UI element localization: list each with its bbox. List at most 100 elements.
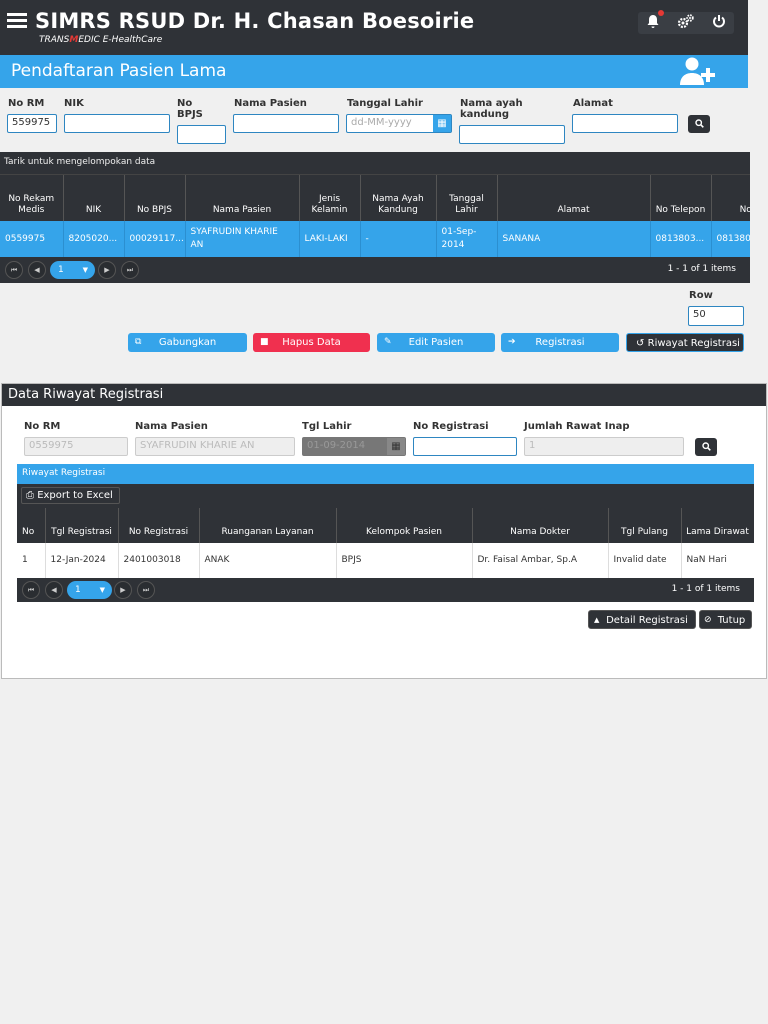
cell-tgl-registrasi: 12-Jan-2024 — [45, 543, 119, 578]
col-header[interactable]: No Registrasi — [118, 508, 200, 543]
riwayat-no-rm-input: 0559975 — [24, 437, 128, 456]
bell-icon[interactable] — [646, 9, 665, 33]
riwayat-jumlah-input: 1 — [524, 437, 684, 456]
cell-no-telepon: 0813803... — [650, 221, 712, 257]
cell-no-registrasi: 2401003018 — [118, 543, 200, 578]
col-header[interactable]: Ruanganan Layanan — [199, 508, 337, 543]
col-header[interactable]: Tanggal Lahir — [436, 175, 498, 221]
riwayat-tgl-lahir-label: Tgl Lahir — [302, 421, 352, 432]
riwayat-no-reg-label: No Registrasi — [413, 421, 489, 432]
col-header[interactable]: Nama Dokter — [472, 508, 609, 543]
riwayat-table: No Tgl Registrasi No Registrasi Ruangana… — [17, 508, 754, 578]
page-info: 1 - 1 of 1 items — [671, 584, 740, 594]
riwayat-registrasi-button[interactable]: ↺ Riwayat Registrasi — [626, 333, 744, 352]
table-row[interactable]: 1 12-Jan-2024 2401003018 ANAK BPJS Dr. F… — [17, 543, 754, 578]
prev-page-icon[interactable]: ◀ — [28, 261, 46, 279]
riwayat-pager: ⏮ ◀ 1 ▼ ▶ ⏭ 1 - 1 of 1 items — [17, 578, 754, 602]
power-icon[interactable] — [712, 14, 726, 32]
alamat-input[interactable] — [572, 114, 678, 133]
nik-input[interactable] — [64, 114, 170, 133]
cell-lama-dirawat: NaN Hari — [681, 543, 754, 578]
nama-pasien-label: Nama Pasien — [234, 98, 307, 109]
hapus-data-button[interactable]: ■ Hapus Data — [253, 333, 370, 352]
riwayat-no-rm-label: No RM — [24, 421, 61, 432]
first-page-icon[interactable]: ⏮ — [5, 261, 23, 279]
nama-pasien-input[interactable] — [233, 114, 339, 133]
chevron-down-icon: ▼ — [82, 266, 88, 274]
no-bpjs-label: No BPJS — [177, 98, 203, 120]
group-drop-area[interactable]: Tarik untuk mengelompokan data — [0, 152, 750, 175]
gears-icon[interactable] — [677, 13, 695, 33]
col-header[interactable]: No — [17, 508, 46, 543]
edit-pasien-button[interactable]: ✎ Edit Pasien — [377, 333, 495, 352]
col-header[interactable]: Tgl Registrasi — [45, 508, 119, 543]
col-header[interactable]: NIK — [63, 175, 125, 221]
alamat-label: Alamat — [573, 98, 613, 109]
history-icon: ↺ — [636, 338, 645, 349]
col-header[interactable]: Alamat — [497, 175, 651, 221]
row-label: Row — [689, 290, 713, 301]
col-header[interactable]: No H — [711, 175, 750, 221]
cell-nama-pasien: SYAFRUDIN KHARIE AN — [185, 221, 300, 257]
search-icon — [694, 119, 704, 128]
riwayat-nama-label: Nama Pasien — [135, 421, 208, 432]
row-input[interactable]: 50 — [688, 306, 744, 326]
col-header[interactable]: No Telepon — [650, 175, 712, 221]
riwayat-jumlah-label: Jumlah Rawat Inap — [524, 421, 630, 432]
search-icon — [701, 442, 711, 451]
add-user-icon[interactable] — [676, 56, 720, 86]
last-page-icon[interactable]: ⏭ — [121, 261, 139, 279]
riwayat-grid: ⎙ Export to Excel No Tgl Registrasi No R… — [17, 484, 754, 602]
nama-ayah-label: Nama ayah kandung — [460, 98, 523, 120]
page-select[interactable]: 1 ▼ — [50, 261, 95, 279]
cell-dokter: Dr. Faisal Ambar, Sp.A — [472, 543, 609, 578]
notification-dot — [658, 9, 665, 16]
cell-nik: 8205020... — [63, 221, 125, 257]
tutup-button[interactable]: ⊘ Tutup — [699, 610, 752, 629]
page-select[interactable]: 1 ▼ — [67, 581, 112, 599]
riwayat-panel: Data Riwayat Registrasi No RM 0559975 Na… — [1, 383, 767, 679]
next-page-icon[interactable]: ▶ — [114, 581, 132, 599]
registrasi-button[interactable]: ➔ Registrasi — [501, 333, 619, 352]
excel-icon: ⎙ — [26, 490, 34, 501]
page-title: Pendaftaran Pasien Lama — [11, 61, 227, 81]
col-header[interactable]: No BPJS — [124, 175, 186, 221]
riwayat-strip-title: Riwayat Registrasi — [17, 464, 754, 484]
cell-no-bpjs: 00029117... — [124, 221, 186, 257]
cell-jenis-kelamin: LAKI-LAKI — [299, 221, 361, 257]
no-bpjs-input[interactable] — [177, 125, 226, 144]
col-header[interactable]: Nama Ayah Kandung — [360, 175, 437, 221]
nik-label: NIK — [64, 98, 84, 109]
col-header[interactable]: No Rekam Medis — [0, 175, 64, 221]
riwayat-no-reg-input[interactable] — [413, 437, 517, 456]
top-icon-group — [638, 9, 734, 34]
last-page-icon[interactable]: ⏭ — [137, 581, 155, 599]
riwayat-table-header: No Tgl Registrasi No Registrasi Ruangana… — [17, 508, 754, 543]
riwayat-nama-input: SYAFRUDIN KHARIE AN — [135, 437, 295, 456]
riwayat-panel-title: Data Riwayat Registrasi — [2, 384, 766, 406]
next-page-icon[interactable]: ▶ — [98, 261, 116, 279]
cell-alamat: SANANA — [497, 221, 651, 257]
col-header[interactable]: Lama Dirawat — [681, 508, 754, 543]
col-header[interactable]: Tgl Pulang — [608, 508, 682, 543]
gabungkan-button[interactable]: ⧉ Gabungkan — [128, 333, 247, 352]
patient-pager: ⏮ ◀ 1 ▼ ▶ ⏭ 1 - 1 of 1 items — [0, 258, 750, 283]
export-excel-button[interactable]: ⎙ Export to Excel — [21, 487, 120, 504]
col-header[interactable]: Nama Pasien — [185, 175, 300, 221]
col-header[interactable]: Jenis Kelamin — [299, 175, 361, 221]
chevron-down-icon: ▼ — [99, 586, 105, 594]
detail-registrasi-button[interactable]: ▲ Detail Registrasi — [588, 610, 696, 629]
col-header[interactable]: Kelompok Pasien — [336, 508, 473, 543]
prev-page-icon[interactable]: ◀ — [45, 581, 63, 599]
table-row[interactable]: 0559975 8205020... 00029117... SYAFRUDIN… — [0, 221, 750, 257]
first-page-icon[interactable]: ⏮ — [22, 581, 40, 599]
menu-icon[interactable] — [7, 13, 27, 29]
cell-no-rm: 0559975 — [0, 221, 64, 257]
nama-ayah-input[interactable] — [459, 125, 565, 144]
cell-no: 1 — [17, 543, 46, 578]
patient-grid: Tarik untuk mengelompokan data No Rekam … — [0, 152, 750, 283]
no-rm-input[interactable]: 559975 — [7, 114, 57, 133]
calendar-icon[interactable]: ▦ — [433, 115, 451, 132]
riwayat-search-button[interactable] — [695, 438, 717, 456]
search-button[interactable] — [688, 115, 710, 133]
